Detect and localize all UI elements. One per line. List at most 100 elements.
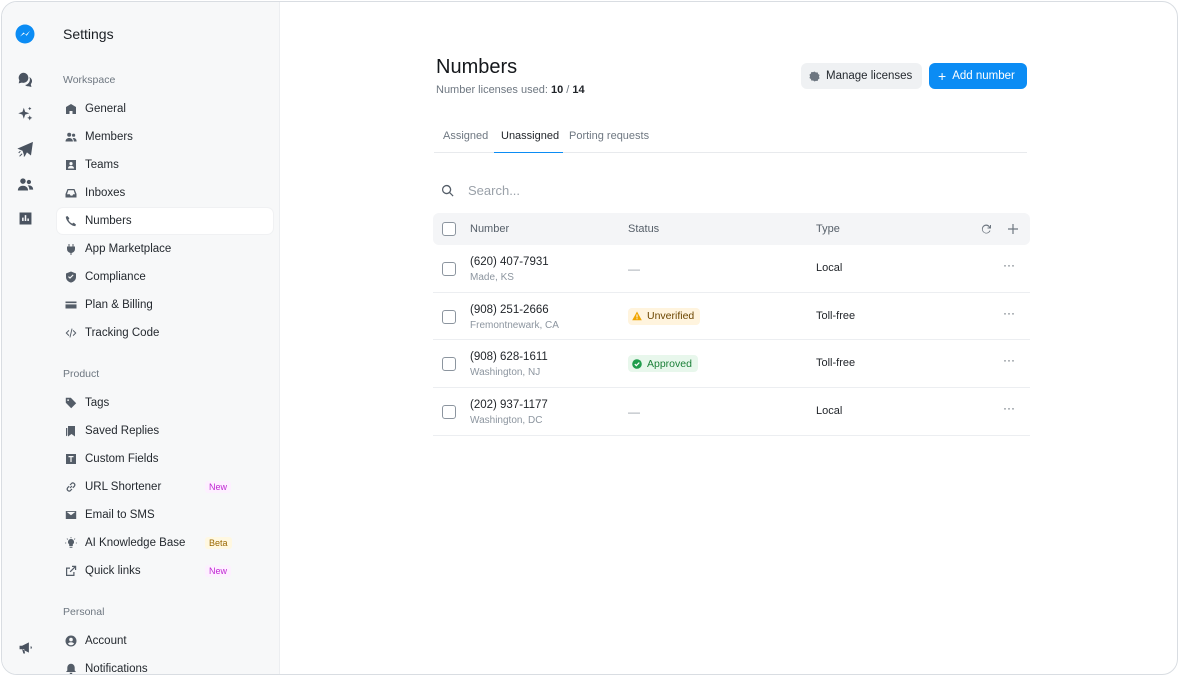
sidebar-item-label: Compliance xyxy=(85,271,146,283)
tag-icon xyxy=(65,397,77,409)
row-checkbox[interactable] xyxy=(442,405,456,420)
sidebar-item-email-to-sms[interactable]: Email to SMS xyxy=(57,502,273,528)
sidebar-item-label: Email to SMS xyxy=(85,509,155,521)
lightbulb-icon xyxy=(65,537,77,549)
select-all-checkbox[interactable] xyxy=(442,222,456,236)
sidebar-item-inboxes[interactable]: Inboxes xyxy=(57,180,273,206)
people-icon xyxy=(65,131,77,143)
main-content: Numbers Number licenses used: 10 / 14 Ma… xyxy=(281,2,1177,674)
licenses-separator: / xyxy=(566,84,570,96)
sidebar-item-label: Tracking Code xyxy=(85,327,160,339)
sidebar-item-general[interactable]: General xyxy=(57,96,273,122)
manage-licenses-button[interactable]: Manage licenses xyxy=(801,63,922,89)
sidebar-item-members[interactable]: Members xyxy=(57,124,273,150)
tab-assigned[interactable]: Assigned xyxy=(443,130,489,153)
tab-unassigned[interactable]: Unassigned xyxy=(494,130,563,153)
sidebar-item-teams[interactable]: Teams xyxy=(57,152,273,178)
number-location: Washington, DC xyxy=(470,415,543,427)
external-link-icon xyxy=(65,565,77,577)
settings-sidebar: Settings Workspace General Members Teams… xyxy=(50,2,280,674)
campaign-icon[interactable] xyxy=(15,139,35,159)
sidebar-item-label: Quick links xyxy=(85,565,141,577)
tab-bar: Assigned Unassigned Porting requests xyxy=(434,125,1027,153)
plug-icon xyxy=(65,243,77,255)
contacts-icon[interactable] xyxy=(15,174,35,194)
sidebar-item-label: URL Shortener xyxy=(85,481,162,493)
sidebar-item-label: App Marketplace xyxy=(85,243,172,255)
new-badge: New xyxy=(205,481,232,493)
chat-bubble-logo-icon[interactable] xyxy=(15,24,35,44)
sidebar-item-app-marketplace[interactable]: App Marketplace xyxy=(57,236,273,262)
number-type: Local xyxy=(816,405,843,418)
building-icon xyxy=(65,103,77,115)
link-icon xyxy=(65,481,77,493)
more-options-button[interactable]: ··· xyxy=(1003,306,1015,320)
envelope-icon xyxy=(65,509,77,521)
beta-badge: Beta xyxy=(205,537,232,549)
bell-icon xyxy=(65,663,77,674)
row-checkbox[interactable] xyxy=(442,357,456,372)
badge-check-icon xyxy=(809,70,820,82)
sidebar-item-label: General xyxy=(85,103,126,115)
megaphone-icon[interactable] xyxy=(15,637,35,657)
number-location: Washington, NJ xyxy=(470,367,541,379)
table-row[interactable]: (908) 251-2666 Fremontnewark, CA Unverif… xyxy=(433,293,1030,341)
table-row[interactable]: (202) 937-1177 Washington, DC — Local ··… xyxy=(433,388,1030,436)
text-field-icon xyxy=(65,453,77,465)
table-row[interactable]: (908) 628-1611 Washington, NJ Approved T… xyxy=(433,340,1030,389)
table-header: Number Status Type xyxy=(433,213,1030,245)
sidebar-item-tracking-code[interactable]: Tracking Code xyxy=(57,320,273,346)
sidebar-item-saved-replies[interactable]: Saved Replies xyxy=(57,418,273,444)
sidebar-item-numbers[interactable]: Numbers xyxy=(57,208,273,234)
numbers-table: Number Status Type (620) 407-7931 Made, … xyxy=(433,213,1030,436)
search-input[interactable] xyxy=(468,182,808,198)
section-label-workspace: Workspace xyxy=(63,74,116,86)
phone-number: (620) 407-7931 xyxy=(470,256,549,268)
search-bar xyxy=(441,180,841,200)
sidebar-item-quick-links[interactable]: Quick links New xyxy=(57,558,273,584)
table-row[interactable]: (620) 407-7931 Made, KS — Local ··· xyxy=(433,245,1030,293)
status-badge: Unverified xyxy=(628,307,701,325)
sparkle-icon[interactable] xyxy=(15,104,35,124)
app-window: Settings Workspace General Members Teams… xyxy=(1,1,1178,675)
user-circle-icon xyxy=(65,635,77,647)
more-options-button[interactable]: ··· xyxy=(1003,258,1015,272)
column-header-status: Status xyxy=(628,223,660,235)
search-icon xyxy=(442,184,454,196)
analytics-icon[interactable] xyxy=(15,208,35,228)
phone-number: (202) 937-1177 xyxy=(470,399,548,412)
inbox-icon[interactable] xyxy=(15,69,35,89)
inbox-tray-icon xyxy=(65,187,77,199)
number-type: Toll-free xyxy=(816,309,856,322)
sidebar-title: Settings xyxy=(63,26,114,42)
sidebar-item-label: Members xyxy=(85,131,133,143)
sidebar-item-compliance[interactable]: Compliance xyxy=(57,264,273,290)
sidebar-item-tags[interactable]: Tags xyxy=(57,390,273,416)
sidebar-item-plan-billing[interactable]: Plan & Billing xyxy=(57,292,273,318)
new-badge: New xyxy=(205,565,232,577)
row-checkbox[interactable] xyxy=(442,309,456,324)
sidebar-item-url-shortener[interactable]: URL Shortener New xyxy=(57,474,273,500)
more-options-button[interactable]: ··· xyxy=(1003,401,1015,415)
warning-icon xyxy=(632,311,642,321)
add-column-icon[interactable] xyxy=(1006,222,1020,236)
sidebar-item-label: Notifications xyxy=(85,663,148,675)
page-title: Numbers xyxy=(436,56,518,78)
number-location: Made, KS xyxy=(470,272,514,283)
refresh-icon[interactable] xyxy=(979,222,993,236)
tab-porting-requests[interactable]: Porting requests xyxy=(569,130,654,153)
column-header-number: Number xyxy=(470,223,510,235)
sidebar-item-custom-fields[interactable]: Custom Fields xyxy=(57,446,273,472)
sidebar-item-notifications[interactable]: Notifications xyxy=(57,656,273,675)
status-empty: — xyxy=(628,262,640,276)
plus-icon: + xyxy=(938,68,947,84)
shield-icon xyxy=(65,271,77,283)
sidebar-item-ai-knowledge-base[interactable]: AI Knowledge Base Beta xyxy=(57,530,273,556)
sidebar-item-label: Plan & Billing xyxy=(85,299,153,311)
row-checkbox[interactable] xyxy=(442,262,456,276)
license-usage-label: Number licenses used: xyxy=(436,84,548,96)
add-number-button[interactable]: + Add number xyxy=(929,63,1027,89)
more-options-button[interactable]: ··· xyxy=(1003,353,1015,367)
sidebar-item-account[interactable]: Account xyxy=(57,628,273,654)
credit-card-icon xyxy=(65,299,77,311)
